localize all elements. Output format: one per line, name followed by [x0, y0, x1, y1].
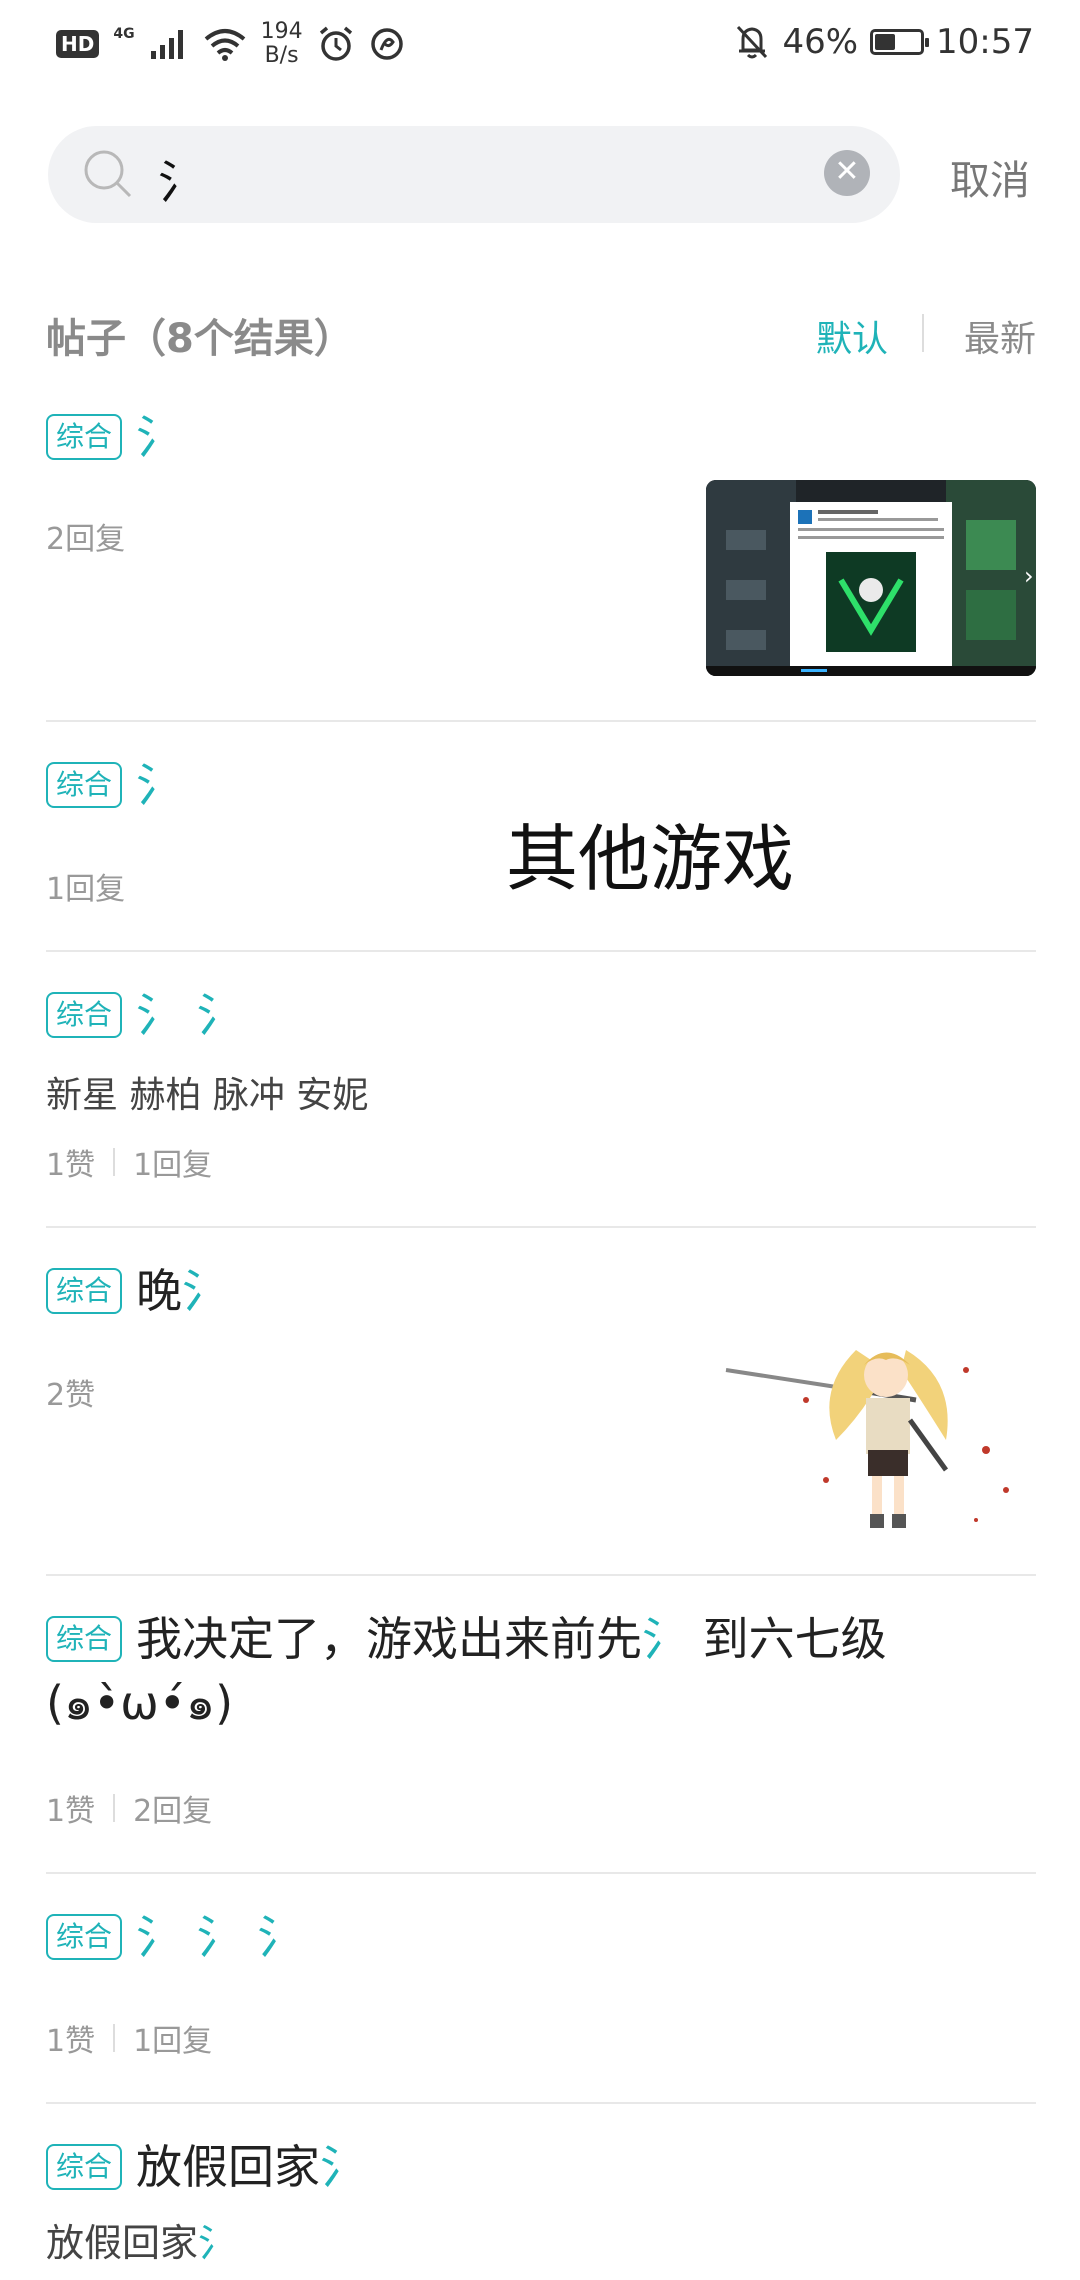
search-input[interactable]: 氵	[158, 146, 204, 212]
svg-text:›: ›	[1024, 562, 1034, 590]
post-title: 氵	[136, 409, 183, 464]
speed-value: 194	[260, 19, 303, 44]
category-tag: 综合	[46, 761, 123, 808]
signal-icon	[150, 30, 183, 59]
like-count: 2赞	[46, 1378, 96, 1413]
results-title: 帖子（8个结果）	[46, 316, 354, 362]
sort-latest-tab[interactable]: 最新	[964, 310, 1036, 362]
reply-count: 1回复	[46, 872, 126, 907]
wifi-icon	[204, 29, 245, 61]
reply-count: 2回复	[46, 522, 126, 557]
reply-count: 2回复	[133, 1794, 213, 1829]
mute-bell-icon	[737, 25, 768, 59]
post-excerpt: 放假回家氵	[46, 2221, 237, 2265]
list-item[interactable]: 综合氵 2回复 ›	[46, 404, 1036, 714]
category-tag: 综合	[46, 1267, 123, 1314]
list-item[interactable]: 综合 放假回家氵 放假回家氵	[46, 2134, 1036, 2280]
post-title-line2: (๑•̀ω•́๑)	[46, 1675, 234, 1730]
reply-count: 1回复	[133, 1148, 213, 1183]
divider	[46, 1872, 1036, 1874]
search-bar[interactable]: 氵 ✕	[48, 126, 900, 223]
cancel-button[interactable]: 取消	[950, 148, 1030, 206]
results-header: 帖子（8个结果） 默认 最新	[46, 300, 1036, 370]
alarm-icon	[319, 26, 352, 61]
search-icon	[84, 150, 132, 198]
speed-unit: B/s	[264, 43, 299, 68]
post-meta: 2赞	[46, 1370, 95, 1414]
overlay-caption: 其他游戏	[506, 817, 795, 901]
post-title: 氵 氵 氵	[136, 1909, 304, 1964]
like-count: 1赞	[46, 1794, 96, 1829]
post-title: 晚氵	[136, 1263, 229, 1318]
battery-level	[875, 34, 896, 50]
anime-girl-image	[725, 1350, 1009, 1528]
meta-divider	[113, 1794, 116, 1822]
post-thumbnail[interactable]: ›	[706, 480, 1036, 676]
clock: 10:57	[936, 22, 1034, 62]
divider	[46, 1574, 1036, 1576]
list-item[interactable]: 综合氵 氵 氵 1赞 1回复	[46, 1904, 1036, 2104]
meta-divider	[113, 2024, 116, 2052]
clear-search-button[interactable]: ✕	[824, 150, 870, 196]
post-thumbnail[interactable]	[706, 1330, 1036, 1538]
hd-icon: HD	[56, 30, 100, 58]
network-type: 4G	[113, 26, 135, 42]
category-tag: 综合	[46, 1615, 123, 1662]
divider	[46, 2102, 1036, 2104]
post-title: 氵	[136, 757, 183, 812]
status-bar: HD 4G 194 B/s 46% 10:57	[0, 0, 1080, 92]
post-meta: 1赞 1回复	[46, 1140, 212, 1184]
post-excerpt: 新星 赫柏 脉冲 安妮	[46, 1075, 369, 1116]
divider	[46, 1226, 1036, 1228]
divider	[46, 720, 1036, 722]
meta-divider	[113, 1148, 116, 1176]
game-screenshot-image: ›	[706, 480, 1036, 676]
list-item[interactable]: 综合 我决定了，游戏出来前先氵 到六七级 (๑•̀ω•́๑) 1赞 2回复	[46, 1606, 1036, 1856]
list-item[interactable]: 综合氵 氵 新星 赫柏 脉冲 安妮 1赞 1回复	[46, 982, 1036, 1212]
post-meta: 1回复	[46, 864, 125, 908]
list-item[interactable]: 综合 晚氵 2赞	[46, 1258, 1036, 1558]
like-count: 1赞	[46, 1148, 96, 1183]
category-tag: 综合	[46, 413, 123, 460]
sort-default-tab[interactable]: 默认	[816, 310, 888, 362]
category-tag: 综合	[46, 2143, 123, 2190]
reply-count: 1回复	[133, 2024, 213, 2059]
category-tag: 综合	[46, 991, 123, 1038]
category-tag: 综合	[46, 1913, 123, 1960]
divider	[46, 950, 1036, 952]
battery-percent: 46%	[782, 22, 859, 62]
post-title: 放假回家氵	[136, 2139, 367, 2194]
battery-icon	[870, 29, 930, 55]
app-notification-icon	[370, 28, 403, 60]
post-title: 氵 氵	[136, 987, 243, 1042]
close-icon: ✕	[834, 154, 860, 189]
post-meta: 2回复	[46, 514, 125, 558]
post-meta: 1赞 1回复	[46, 2016, 212, 2060]
post-meta: 1赞 2回复	[46, 1786, 212, 1830]
post-title: 我决定了，游戏出来前先氵 到六七级	[136, 1611, 887, 1666]
network-speed: 194 B/s	[261, 20, 303, 68]
like-count: 1赞	[46, 2024, 96, 2059]
sort-divider	[922, 314, 924, 352]
